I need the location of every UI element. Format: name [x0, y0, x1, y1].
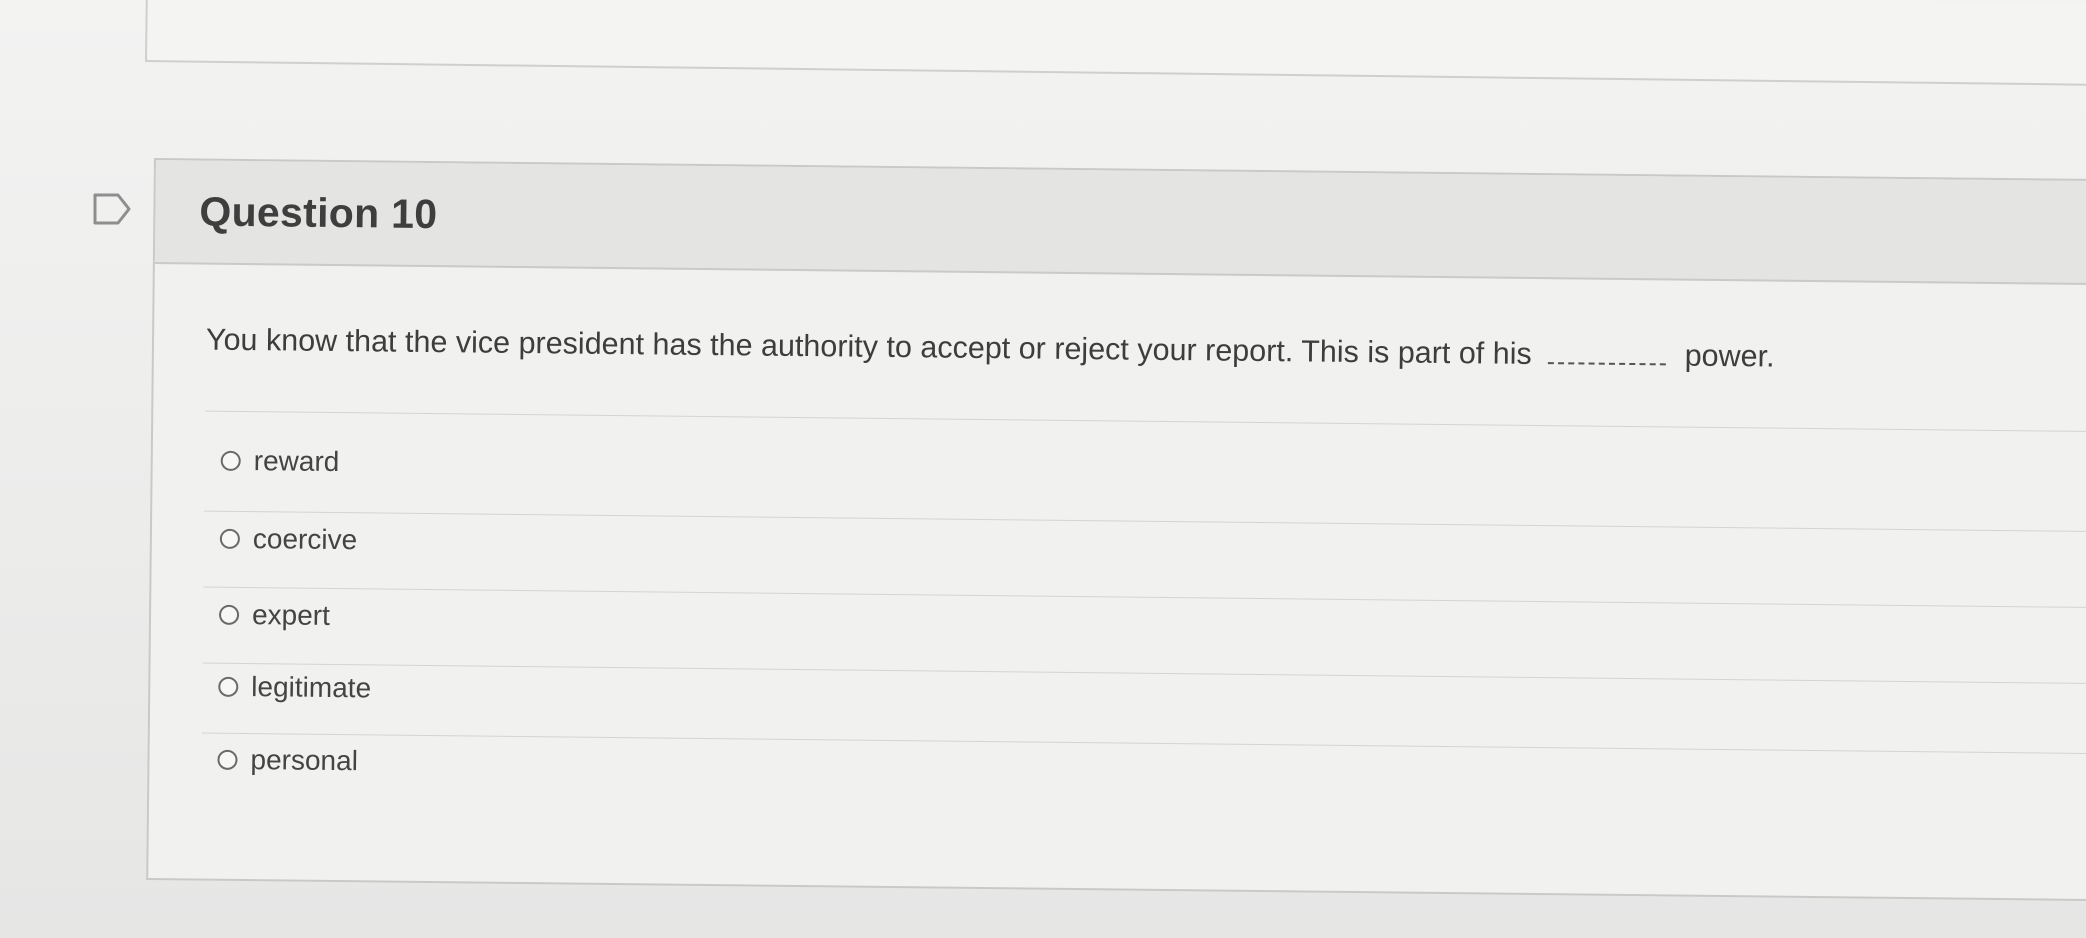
radio-unselected-icon[interactable] [218, 676, 239, 697]
answer-option-label: personal [250, 744, 359, 777]
radio-unselected-icon[interactable] [218, 604, 240, 625]
divider [204, 510, 2086, 533]
answer-option[interactable]: personal [217, 744, 358, 778]
question-card: Question 10 You know that the vice presi… [146, 158, 2086, 902]
radio-unselected-icon[interactable] [219, 528, 240, 549]
question-text-after-blank: power. [1684, 338, 1775, 374]
answer-option-label: expert [251, 599, 331, 631]
question-title: Question 10 [199, 188, 438, 238]
answer-option[interactable]: coercive [219, 523, 358, 556]
divider [202, 662, 2086, 685]
flag-icon[interactable] [92, 192, 132, 226]
screen: Question 10 You know that the vice presi… [0, 0, 2086, 938]
answer-option[interactable]: legitimate [218, 671, 371, 705]
divider [203, 586, 2086, 609]
question-text-before-blank: You know that the vice president has the… [205, 322, 1532, 371]
divider [201, 732, 2086, 755]
radio-unselected-icon[interactable] [220, 450, 241, 471]
divider [205, 410, 2086, 433]
answer-option-label: legitimate [251, 671, 372, 704]
radio-unselected-icon[interactable] [217, 749, 238, 770]
question-text: You know that the vice president has the… [206, 323, 1775, 375]
answer-option-label: coercive [252, 523, 358, 556]
answer-option[interactable]: reward [220, 445, 340, 478]
previous-question-card [144, 0, 2086, 87]
answer-option[interactable]: expert [218, 599, 331, 632]
question-header: Question 10 [154, 160, 2086, 286]
answer-option-label: reward [253, 445, 340, 478]
answer-blank [1548, 342, 1667, 366]
